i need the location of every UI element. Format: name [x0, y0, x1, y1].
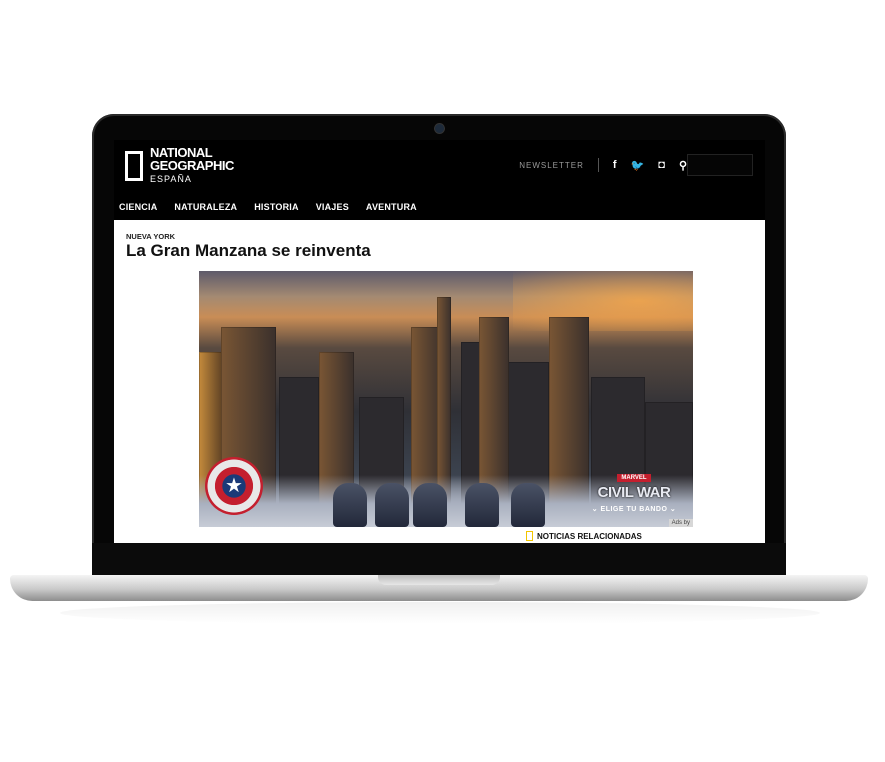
desk-reflection — [60, 602, 820, 624]
instagram-icon[interactable]: ◘ — [658, 159, 665, 171]
nav-item-historia[interactable]: HISTORIA — [254, 202, 298, 212]
laptop-notch — [378, 575, 500, 585]
search-icon[interactable]: ⚲ — [679, 159, 687, 172]
nav-item-naturaleza[interactable]: NATURALEZA — [174, 202, 237, 212]
header-utility-bar: NEWSLETTER f 🐦 ◘ ⚲ — [519, 158, 687, 172]
related-news-label: NOTICIAS RELACIONADAS — [537, 531, 642, 541]
newsletter-link[interactable]: NEWSLETTER — [519, 161, 584, 170]
site-logo[interactable]: NATIONAL GEOGRAPHIC ESPAÑA — [125, 146, 234, 186]
search-input[interactable] — [687, 154, 753, 176]
webcam — [435, 124, 444, 133]
ads-by-label[interactable]: Ads by — [668, 519, 693, 527]
sunset-glow — [513, 271, 693, 331]
article-kicker[interactable]: NUEVA YORK — [126, 232, 175, 241]
main-nav: CIENCIA NATURALEZA HISTORIA VIAJES AVENT… — [119, 202, 417, 212]
logo-frame-icon — [125, 151, 143, 181]
marvel-badge: MARVEL — [617, 474, 651, 482]
site-header: NATIONAL GEOGRAPHIC ESPAÑA NEWSLETTER f … — [114, 140, 765, 220]
logo-text-line3: ESPAÑA — [150, 174, 192, 184]
divider — [597, 158, 599, 172]
nav-item-viajes[interactable]: VIAJES — [316, 202, 349, 212]
ad-banner-image[interactable]: ★ MARVEL CIVIL WAR ⌄ ELIGE TU BANDO ⌄ Ad… — [199, 271, 693, 527]
ad-cta-button[interactable]: ⌄ ELIGE TU BANDO ⌄ — [589, 505, 679, 513]
nav-item-ciencia[interactable]: CIENCIA — [119, 202, 157, 212]
hero-figure — [333, 483, 367, 527]
hero-figure — [413, 483, 447, 527]
related-news-heading: NOTICIAS RELACIONADAS — [526, 531, 642, 541]
hero-figure — [375, 483, 409, 527]
facebook-icon[interactable]: f — [613, 159, 617, 171]
twitter-icon[interactable]: 🐦 — [631, 159, 645, 172]
captain-america-shield-icon: ★ — [205, 457, 263, 515]
hero-figure — [511, 483, 545, 527]
article-headline: La Gran Manzana se reinventa — [126, 241, 371, 260]
nav-item-aventura[interactable]: AVENTURA — [366, 202, 417, 212]
ad-title: CIVIL WAR — [597, 484, 671, 501]
laptop-screen: NATIONAL GEOGRAPHIC ESPAÑA NEWSLETTER f … — [114, 140, 765, 543]
ad-brand-block: MARVEL CIVIL WAR ⌄ ELIGE TU BANDO ⌄ — [589, 466, 679, 513]
logo-text-line2: GEOGRAPHIC — [150, 158, 234, 173]
hero-figure — [465, 483, 499, 527]
yellow-frame-icon — [526, 531, 533, 541]
